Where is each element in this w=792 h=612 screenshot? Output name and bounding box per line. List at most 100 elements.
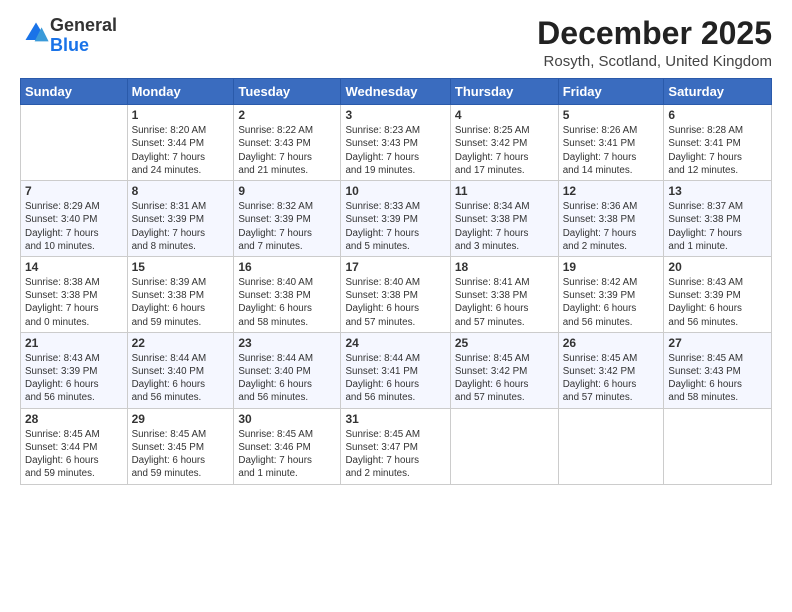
day-number: 2	[238, 108, 336, 122]
day-number: 1	[132, 108, 230, 122]
calendar-cell: 12 Sunrise: 8:36 AM Sunset: 3:38 PM Dayli…	[558, 181, 664, 257]
day-info: Sunrise: 8:33 AM Sunset: 3:39 PM Dayligh…	[345, 200, 445, 253]
calendar-cell: 8 Sunrise: 8:31 AM Sunset: 3:39 PM Daylig…	[127, 181, 234, 257]
day-number: 5	[563, 108, 660, 122]
day-number: 7	[25, 184, 123, 198]
calendar-cell: 13 Sunrise: 8:37 AM Sunset: 3:38 PM Dayli…	[664, 181, 772, 257]
calendar-cell	[21, 105, 128, 181]
header-tuesday: Tuesday	[234, 79, 341, 105]
day-number: 10	[345, 184, 445, 198]
calendar-cell: 14Sunrise: 8:38 AM Sunset: 3:38 PM Dayli…	[21, 256, 128, 332]
day-number: 8	[132, 184, 230, 198]
calendar-cell: 11 Sunrise: 8:34 AM Sunset: 3:38 PM Dayli…	[450, 181, 558, 257]
day-info: Sunrise: 8:45 AM Sunset: 3:47 PM Dayligh…	[345, 428, 445, 481]
calendar-cell: 6 Sunrise: 8:28 AM Sunset: 3:41 PM Daylig…	[664, 105, 772, 181]
day-info: Sunrise: 8:45 AM Sunset: 3:44 PM Dayligh…	[25, 428, 123, 481]
day-info: Sunrise: 8:29 AM Sunset: 3:40 PM Dayligh…	[25, 200, 123, 253]
calendar: Sunday Monday Tuesday Wednesday Thursday…	[20, 78, 772, 484]
day-info: Sunrise: 8:36 AM Sunset: 3:38 PM Dayligh…	[563, 200, 660, 253]
calendar-cell	[558, 408, 664, 484]
header-saturday: Saturday	[664, 79, 772, 105]
calendar-cell: 26Sunrise: 8:45 AM Sunset: 3:42 PM Dayli…	[558, 332, 664, 408]
day-number: 21	[25, 336, 123, 350]
day-info: Sunrise: 8:37 AM Sunset: 3:38 PM Dayligh…	[668, 200, 767, 253]
calendar-cell: 25 Sunrise: 8:45 AM Sunset: 3:42 PM Dayli…	[450, 332, 558, 408]
day-number: 15	[132, 260, 230, 274]
calendar-cell: 19 Sunrise: 8:42 AM Sunset: 3:39 PM Dayli…	[558, 256, 664, 332]
day-number: 18	[455, 260, 554, 274]
calendar-cell	[664, 408, 772, 484]
calendar-cell: 18 Sunrise: 8:41 AM Sunset: 3:38 PM Dayli…	[450, 256, 558, 332]
day-info: Sunrise: 8:28 AM Sunset: 3:41 PM Dayligh…	[668, 124, 767, 177]
calendar-cell: 31 Sunrise: 8:45 AM Sunset: 3:47 PM Dayli…	[341, 408, 450, 484]
day-number: 27	[668, 336, 767, 350]
day-info: Sunrise: 8:40 AM Sunset: 3:38 PM Dayligh…	[345, 276, 445, 329]
day-info: Sunrise: 8:41 AM Sunset: 3:38 PM Dayligh…	[455, 276, 554, 329]
calendar-cell: 22Sunrise: 8:44 AM Sunset: 3:40 PM Dayli…	[127, 332, 234, 408]
calendar-cell: 4 Sunrise: 8:25 AM Sunset: 3:42 PM Daylig…	[450, 105, 558, 181]
day-info: Sunrise: 8:32 AM Sunset: 3:39 PM Dayligh…	[238, 200, 336, 253]
day-number: 17	[345, 260, 445, 274]
day-number: 3	[345, 108, 445, 122]
day-number: 25	[455, 336, 554, 350]
day-info: Sunrise: 8:20 AM Sunset: 3:44 PM Dayligh…	[132, 124, 230, 177]
day-number: 26	[563, 336, 660, 350]
day-info: Sunrise: 8:23 AM Sunset: 3:43 PM Dayligh…	[345, 124, 445, 177]
day-info: Sunrise: 8:45 AM Sunset: 3:42 PM Dayligh…	[455, 352, 554, 405]
day-number: 20	[668, 260, 767, 274]
calendar-week-row: 1 Sunrise: 8:20 AM Sunset: 3:44 PM Daylig…	[21, 105, 772, 181]
calendar-week-row: 7 Sunrise: 8:29 AM Sunset: 3:40 PM Daylig…	[21, 181, 772, 257]
day-number: 29	[132, 412, 230, 426]
day-info: Sunrise: 8:31 AM Sunset: 3:39 PM Dayligh…	[132, 200, 230, 253]
day-info: Sunrise: 8:42 AM Sunset: 3:39 PM Dayligh…	[563, 276, 660, 329]
calendar-week-row: 21 Sunrise: 8:43 AM Sunset: 3:39 PM Dayli…	[21, 332, 772, 408]
header-wednesday: Wednesday	[341, 79, 450, 105]
day-info: Sunrise: 8:45 AM Sunset: 3:45 PM Dayligh…	[132, 428, 230, 481]
day-info: Sunrise: 8:45 AM Sunset: 3:43 PM Dayligh…	[668, 352, 767, 405]
day-number: 4	[455, 108, 554, 122]
calendar-cell: 16Sunrise: 8:40 AM Sunset: 3:38 PM Dayli…	[234, 256, 341, 332]
calendar-cell: 24 Sunrise: 8:44 AM Sunset: 3:41 PM Dayli…	[341, 332, 450, 408]
day-number: 12	[563, 184, 660, 198]
day-number: 19	[563, 260, 660, 274]
day-number: 13	[668, 184, 767, 198]
calendar-cell: 17 Sunrise: 8:40 AM Sunset: 3:38 PM Dayli…	[341, 256, 450, 332]
calendar-cell: 5 Sunrise: 8:26 AM Sunset: 3:41 PM Daylig…	[558, 105, 664, 181]
logo-general-text: General	[50, 15, 117, 35]
calendar-cell: 2 Sunrise: 8:22 AM Sunset: 3:43 PM Daylig…	[234, 105, 341, 181]
day-number: 31	[345, 412, 445, 426]
day-info: Sunrise: 8:38 AM Sunset: 3:38 PM Dayligh…	[25, 276, 123, 329]
calendar-cell: 21 Sunrise: 8:43 AM Sunset: 3:39 PM Dayli…	[21, 332, 128, 408]
calendar-cell: 20 Sunrise: 8:43 AM Sunset: 3:39 PM Dayli…	[664, 256, 772, 332]
day-info: Sunrise: 8:40 AM Sunset: 3:38 PM Dayligh…	[238, 276, 336, 329]
day-info: Sunrise: 8:26 AM Sunset: 3:41 PM Dayligh…	[563, 124, 660, 177]
day-number: 24	[345, 336, 445, 350]
day-info: Sunrise: 8:44 AM Sunset: 3:41 PM Dayligh…	[345, 352, 445, 405]
day-number: 28	[25, 412, 123, 426]
calendar-cell: 15Sunrise: 8:39 AM Sunset: 3:38 PM Dayli…	[127, 256, 234, 332]
logo-blue-text: Blue	[50, 35, 89, 55]
calendar-cell: 30Sunrise: 8:45 AM Sunset: 3:46 PM Dayli…	[234, 408, 341, 484]
day-info: Sunrise: 8:43 AM Sunset: 3:39 PM Dayligh…	[25, 352, 123, 405]
calendar-cell: 27 Sunrise: 8:45 AM Sunset: 3:43 PM Dayli…	[664, 332, 772, 408]
logo: General Blue	[20, 16, 117, 56]
day-number: 6	[668, 108, 767, 122]
day-info: Sunrise: 8:25 AM Sunset: 3:42 PM Dayligh…	[455, 124, 554, 177]
day-number: 23	[238, 336, 336, 350]
day-number: 11	[455, 184, 554, 198]
calendar-cell: 23 Sunrise: 8:44 AM Sunset: 3:40 PM Dayli…	[234, 332, 341, 408]
header: General Blue December 2025 Rosyth, Scotl…	[20, 16, 772, 70]
day-info: Sunrise: 8:34 AM Sunset: 3:38 PM Dayligh…	[455, 200, 554, 253]
page: General Blue December 2025 Rosyth, Scotl…	[0, 0, 792, 612]
day-info: Sunrise: 8:44 AM Sunset: 3:40 PM Dayligh…	[238, 352, 336, 405]
day-info: Sunrise: 8:43 AM Sunset: 3:39 PM Dayligh…	[668, 276, 767, 329]
day-info: Sunrise: 8:22 AM Sunset: 3:43 PM Dayligh…	[238, 124, 336, 177]
title-block: December 2025 Rosyth, Scotland, United K…	[537, 16, 772, 70]
calendar-cell	[450, 408, 558, 484]
calendar-cell: 9Sunrise: 8:32 AM Sunset: 3:39 PM Daylig…	[234, 181, 341, 257]
location: Rosyth, Scotland, United Kingdom	[537, 53, 772, 70]
calendar-week-row: 28 Sunrise: 8:45 AM Sunset: 3:44 PM Dayli…	[21, 408, 772, 484]
day-info: Sunrise: 8:44 AM Sunset: 3:40 PM Dayligh…	[132, 352, 230, 405]
day-number: 30	[238, 412, 336, 426]
header-thursday: Thursday	[450, 79, 558, 105]
